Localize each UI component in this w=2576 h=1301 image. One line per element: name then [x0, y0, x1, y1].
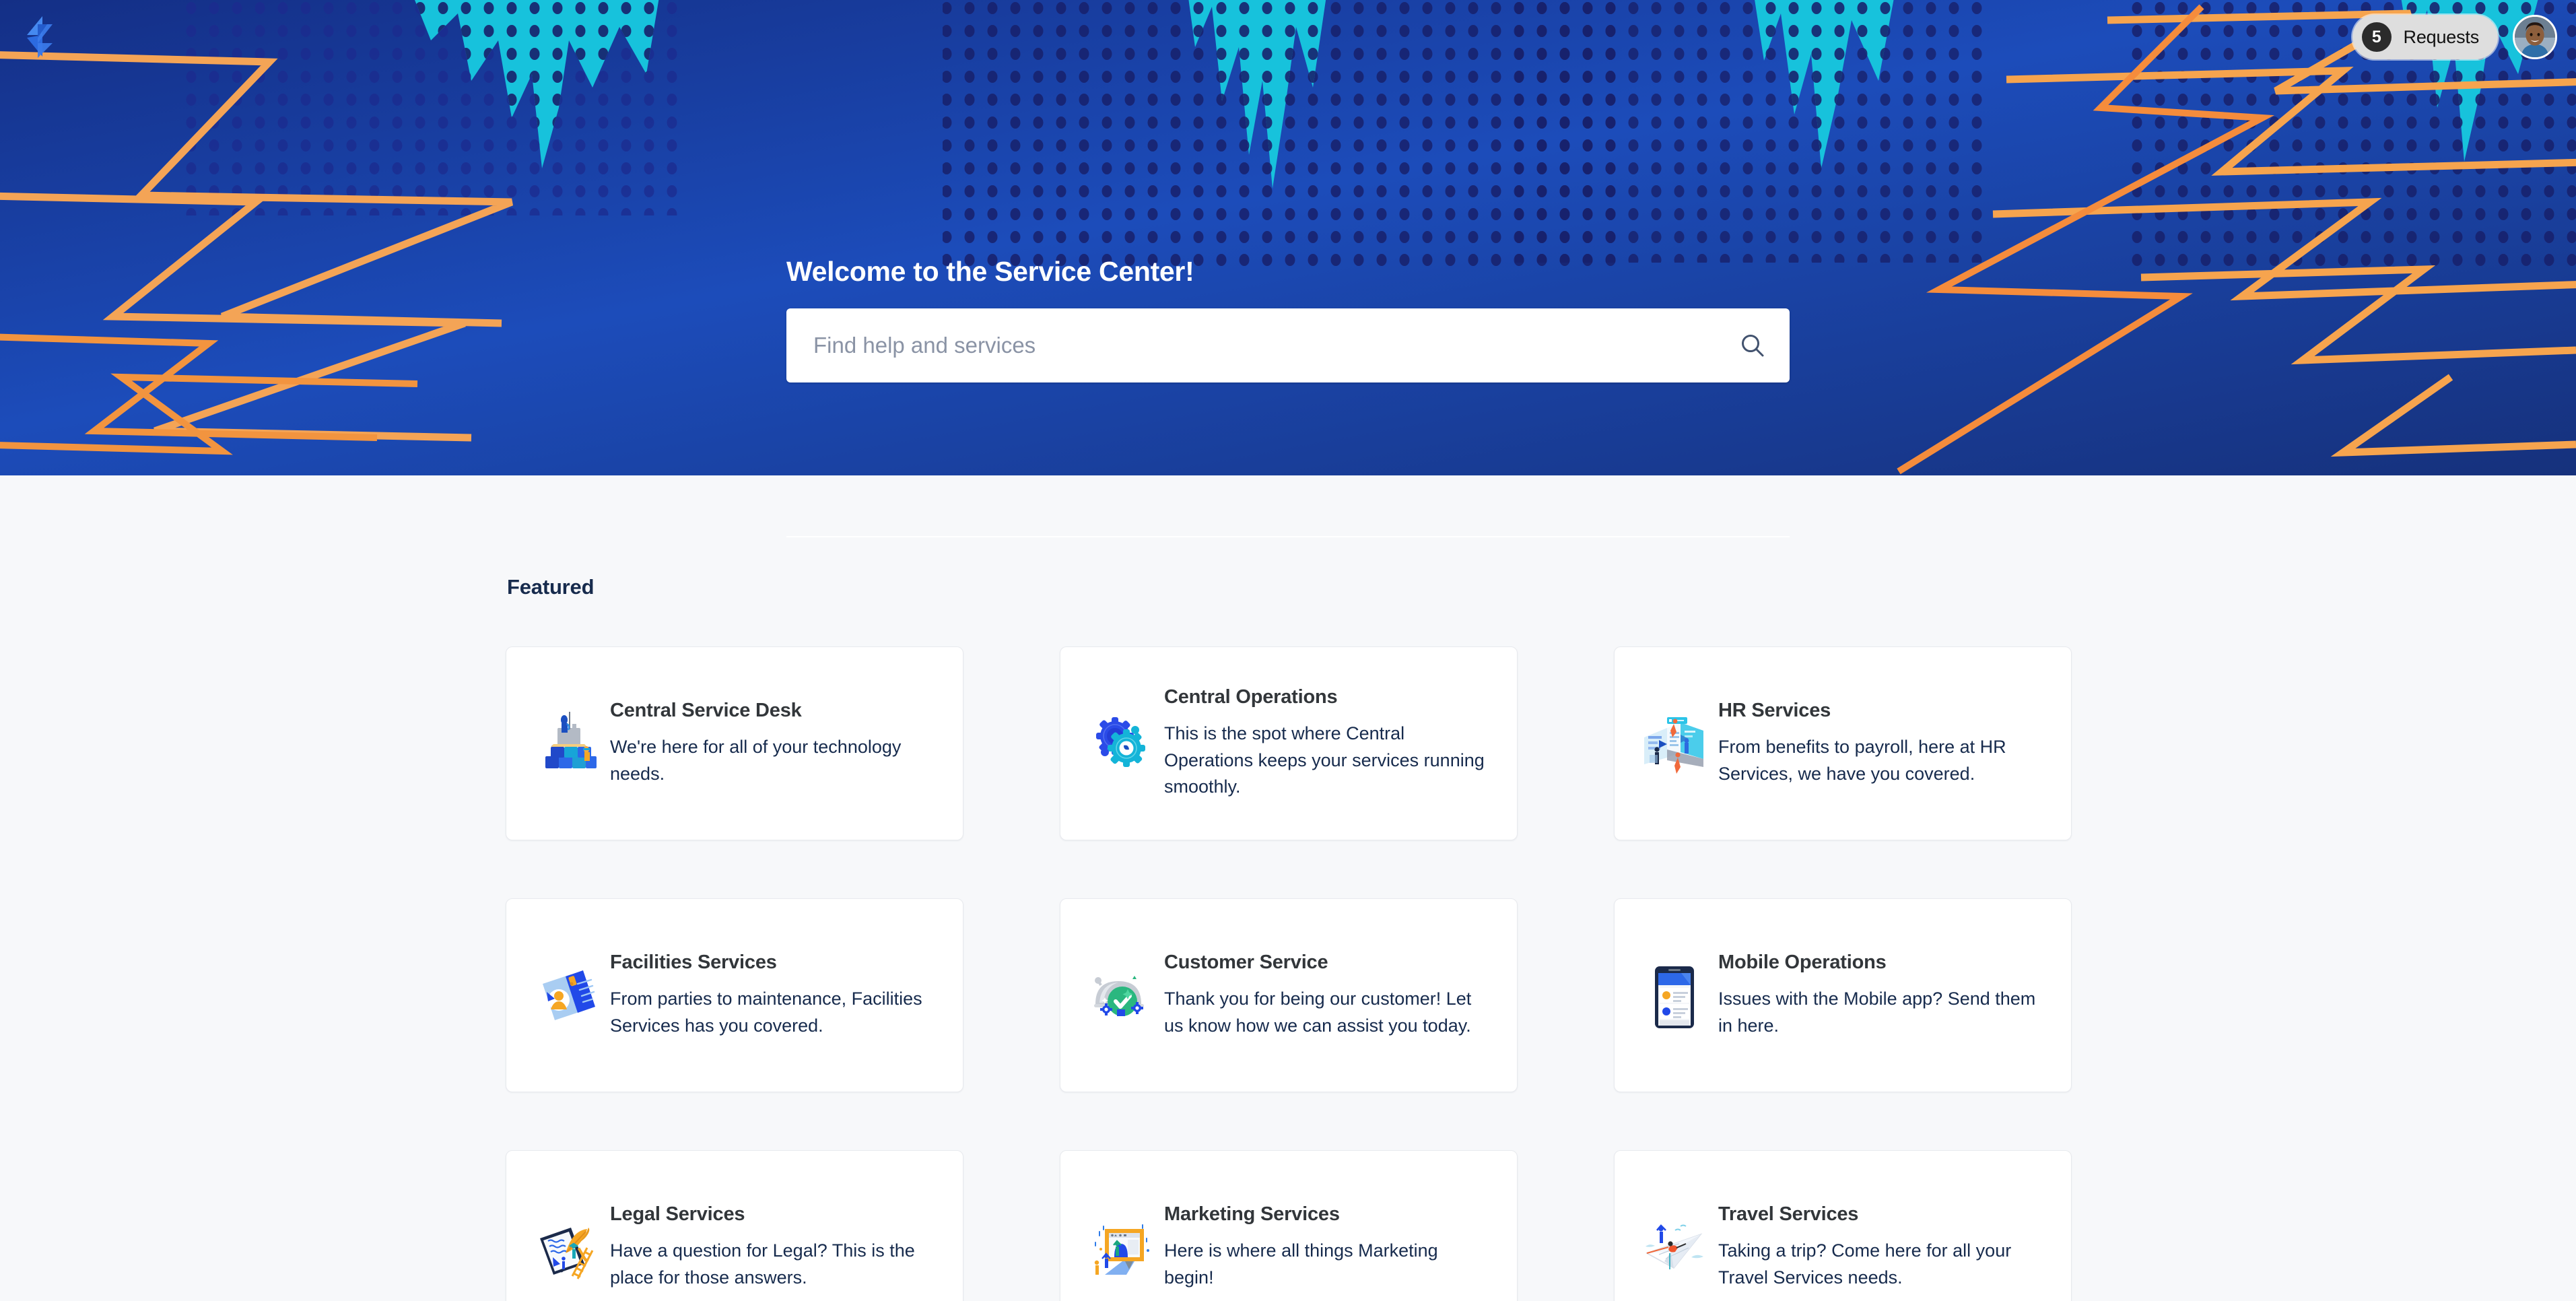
marketing-board-icon [1083, 1210, 1157, 1284]
card-description: We're here for all of your technology ne… [610, 736, 902, 784]
avatar-image [2515, 17, 2555, 57]
search-input[interactable] [786, 308, 1716, 382]
header-controls: 5 Requests [2352, 0, 2576, 74]
service-desk-blocks-icon [529, 706, 603, 780]
card-body: Facilities Services From parties to main… [610, 952, 930, 1039]
service-dome-check-icon [1083, 958, 1157, 1032]
search-bar[interactable] [786, 308, 1790, 382]
search-icon [1742, 335, 1764, 357]
service-card-central-operations[interactable]: Central Operations This is the spot wher… [1060, 646, 1518, 840]
card-title: HR Services [1718, 699, 1831, 721]
page-title: Welcome to the Service Center! [786, 256, 1194, 287]
avatar[interactable] [2513, 15, 2557, 59]
card-body: Central Operations This is the spot wher… [1164, 686, 1485, 801]
card-description: From parties to maintenance, Facilities … [610, 988, 922, 1036]
card-body: Mobile Operations Issues with the Mobile… [1718, 952, 2039, 1039]
card-body: Legal Services Have a question for Legal… [610, 1203, 930, 1291]
paper-plane-icon [1637, 1210, 1711, 1284]
requests-label: Requests [2403, 26, 2480, 47]
requests-count-badge: 5 [2361, 22, 2392, 52]
card-description: Issues with the Mobile app? Send them in… [1718, 988, 2036, 1036]
service-card-hr-services[interactable]: HR Services From benefits to payroll, he… [1614, 646, 2072, 840]
mobile-phone-icon [1637, 958, 1711, 1032]
quill-document-icon [529, 1210, 603, 1284]
card-title: Legal Services [610, 1203, 745, 1225]
hr-panels-icon [1637, 706, 1711, 780]
card-title: Mobile Operations [1718, 951, 1887, 973]
featured-section: Featured Central Service Desk We're here… [506, 475, 2072, 1301]
card-description: Thank you for being our customer! Let us… [1164, 988, 1472, 1036]
service-card-central-service-desk[interactable]: Central Service Desk We're here for all … [506, 646, 963, 840]
card-description: Have a question for Legal? This is the p… [610, 1240, 915, 1288]
card-body: Central Service Desk We're here for all … [610, 700, 930, 787]
hero-background-graphic [0, 0, 2576, 475]
section-heading: Featured [507, 575, 595, 599]
main-content: Featured Central Service Desk We're here… [0, 475, 2576, 1301]
card-body: Travel Services Taking a trip? Come here… [1718, 1203, 2039, 1291]
card-title: Central Service Desk [610, 699, 802, 721]
section-divider [786, 536, 1790, 537]
card-description: From benefits to payroll, here at HR Ser… [1718, 736, 2006, 784]
card-body: Marketing Services Here is where all thi… [1164, 1203, 1485, 1291]
card-description: Taking a trip? Come here for all your Tr… [1718, 1240, 2012, 1288]
search-button[interactable] [1716, 308, 1790, 382]
service-card-marketing-services[interactable]: Marketing Services Here is where all thi… [1060, 1150, 1518, 1301]
hero-content: Welcome to the Service Center! [786, 256, 1790, 382]
card-description: Here is where all things Marketing begin… [1164, 1240, 1438, 1288]
card-body: HR Services From benefits to payroll, he… [1718, 700, 2039, 787]
jira-service-management-logo-icon[interactable] [20, 15, 61, 59]
card-description: This is the spot where Central Operation… [1164, 723, 1485, 797]
id-badge-icon [529, 958, 603, 1032]
card-title: Travel Services [1718, 1203, 1859, 1225]
card-title: Central Operations [1164, 686, 1338, 708]
hero-banner: 5 Requests Welcome to the Service Center… [0, 0, 2576, 475]
service-card-mobile-operations[interactable]: Mobile Operations Issues with the Mobile… [1614, 898, 2072, 1092]
card-title: Marketing Services [1164, 1203, 1340, 1225]
service-card-travel-services[interactable]: Travel Services Taking a trip? Come here… [1614, 1150, 2072, 1301]
featured-card-grid: Central Service Desk We're here for all … [506, 646, 2072, 1301]
gears-icon [1083, 706, 1157, 780]
card-title: Customer Service [1164, 951, 1328, 973]
service-card-facilities-services[interactable]: Facilities Services From parties to main… [506, 898, 963, 1092]
service-card-customer-service[interactable]: Customer Service Thank you for being our… [1060, 898, 1518, 1092]
requests-button[interactable]: 5 Requests [2352, 15, 2498, 59]
card-body: Customer Service Thank you for being our… [1164, 952, 1485, 1039]
card-title: Facilities Services [610, 951, 777, 973]
service-card-legal-services[interactable]: Legal Services Have a question for Legal… [506, 1150, 963, 1301]
